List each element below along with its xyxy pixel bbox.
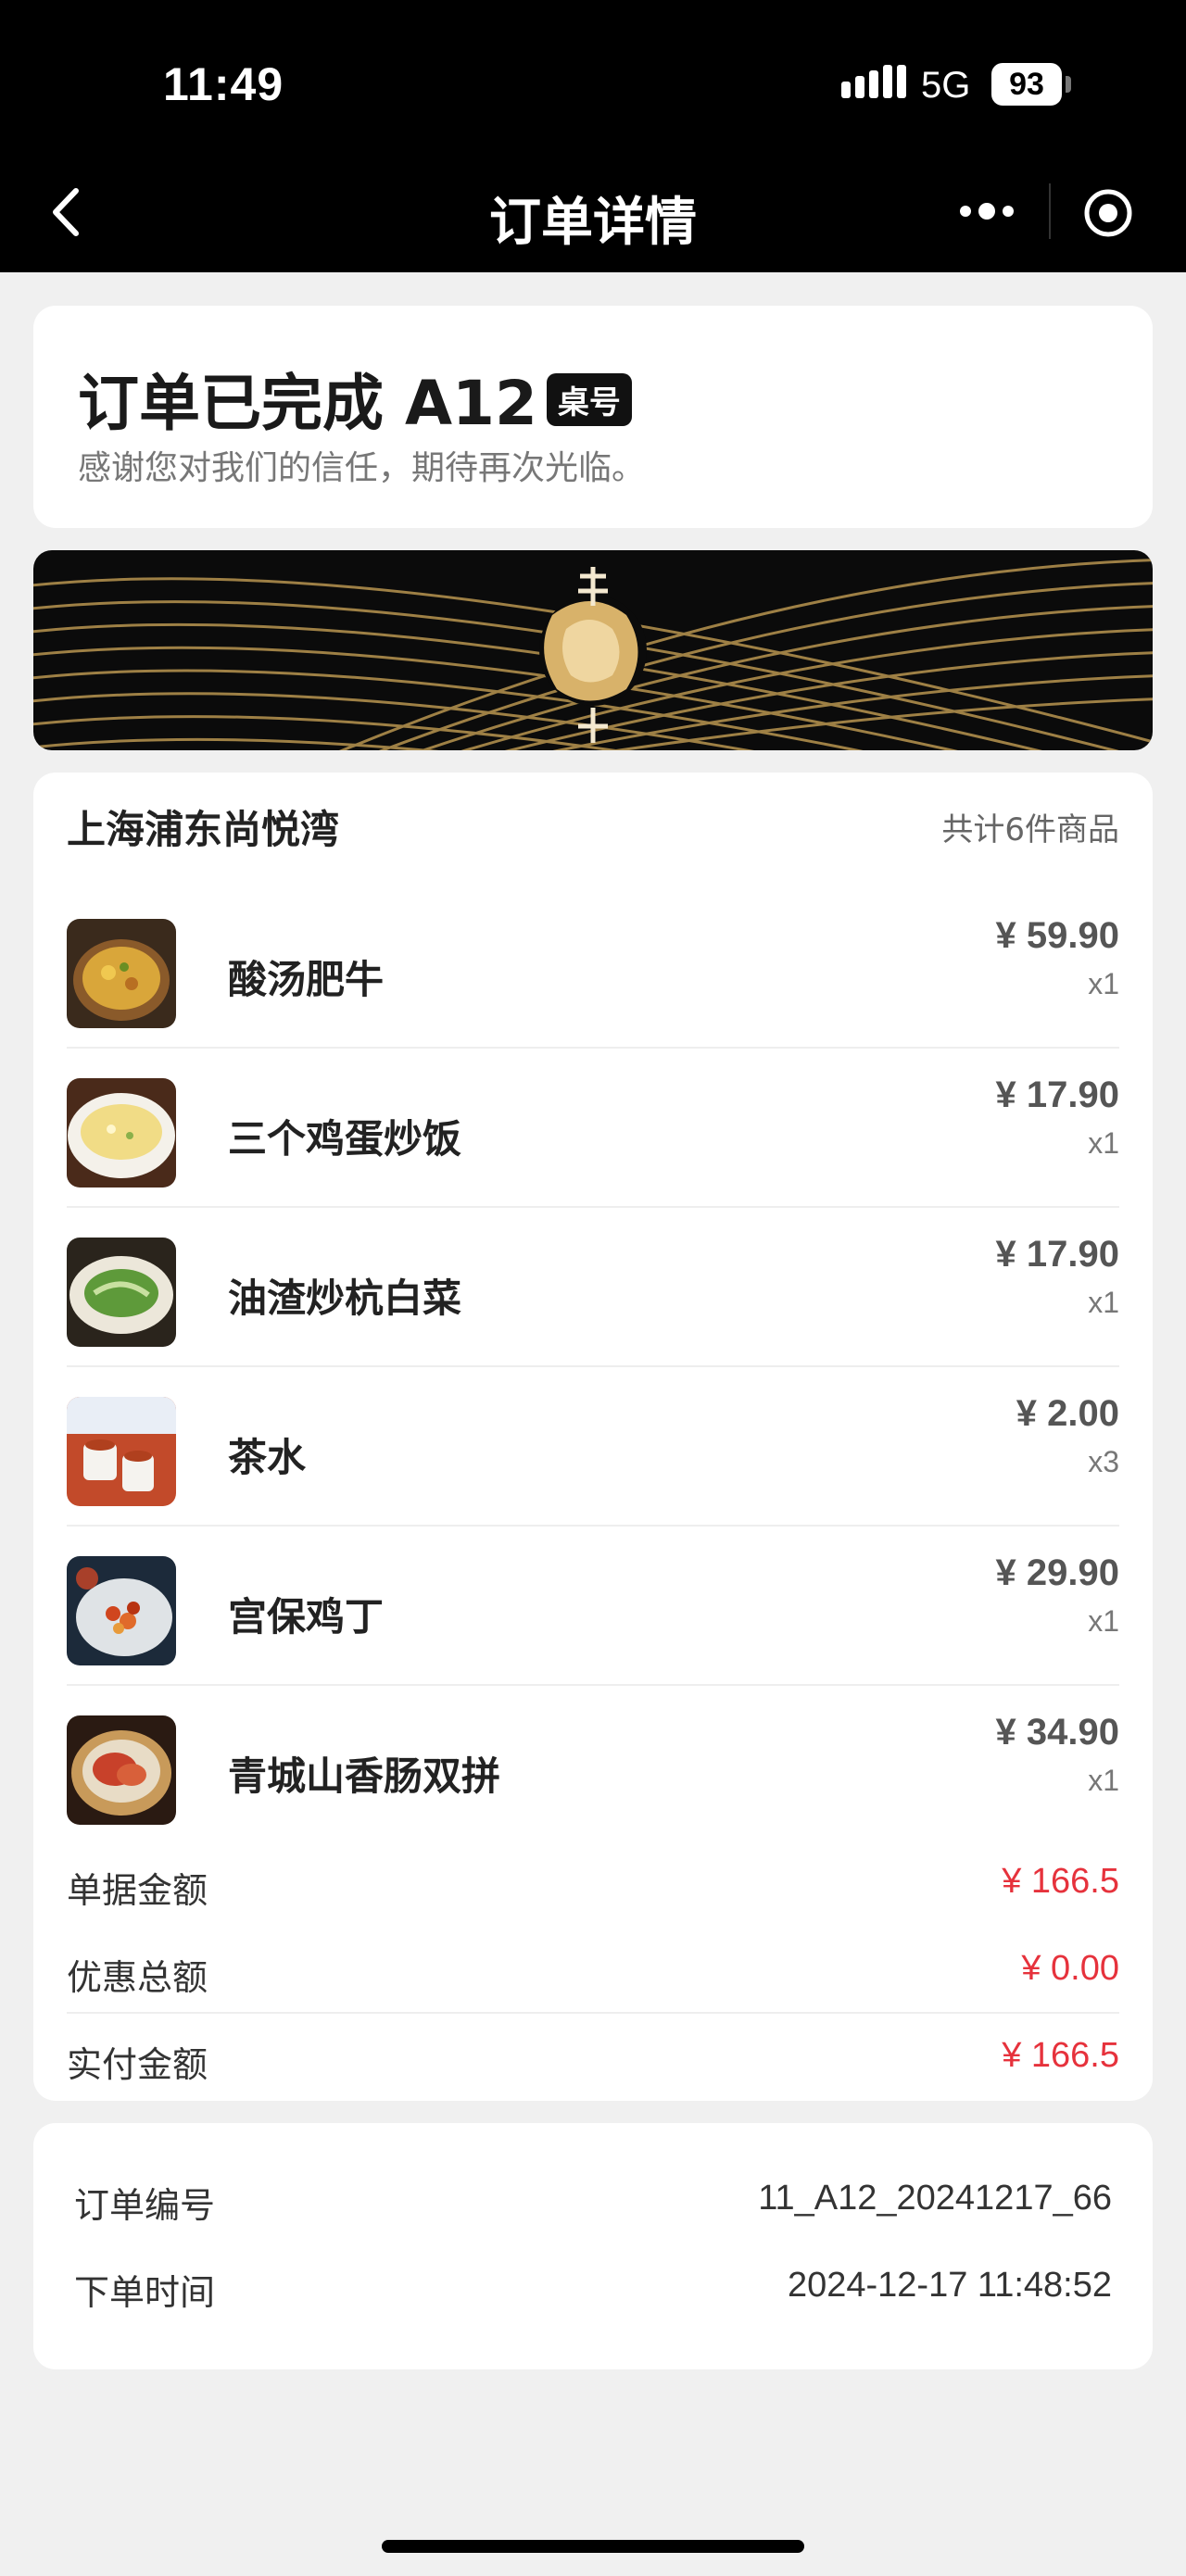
paid-amount-label: 实付金额 <box>67 2044 208 2085</box>
divider <box>67 2012 1119 2014</box>
restaurant-logo-icon <box>539 567 647 743</box>
order-number-value[interactable]: 11_A12_20241217_66 <box>758 2179 1112 2218</box>
store-name: 上海浦东尚悦湾 <box>67 807 340 852</box>
order-status-text: 订单已完成 A12 <box>78 368 537 439</box>
banner-graphic <box>33 559 1153 750</box>
home-indicator[interactable] <box>382 2540 804 2553</box>
bill-amount-value: ¥ 166.5 <box>1002 1862 1119 1901</box>
list-item[interactable]: 宫保鸡丁 ¥ 29.90 x1 <box>67 1527 1119 1686</box>
order-time-row: 下单时间 2024-12-17 11:48:52 <box>74 2264 1112 2319</box>
order-time-label: 下单时间 <box>74 2272 216 2313</box>
order-status-title: 订单已完成 A12 桌号 <box>78 354 632 443</box>
dish-quantity: x1 <box>1088 1126 1119 1160</box>
bill-amount-label: 单据金额 <box>67 1870 208 1911</box>
item-count: 共计6件商品 <box>941 811 1119 848</box>
discount-value: ¥ 0.00 <box>1021 1949 1119 1988</box>
dish-image <box>67 919 176 1028</box>
dish-quantity: x1 <box>1088 1286 1119 1319</box>
dish-price: ¥ 34.90 <box>995 1712 1119 1753</box>
dish-quantity: x1 <box>1088 1604 1119 1638</box>
dish-quantity: x3 <box>1088 1445 1119 1478</box>
dish-price: ¥ 17.90 <box>995 1234 1119 1275</box>
restaurant-banner <box>33 550 1153 750</box>
paid-amount-value: ¥ 166.5 <box>1002 2036 1119 2075</box>
dish-image <box>67 1238 176 1347</box>
more-button[interactable] <box>954 193 1019 230</box>
dish-price: ¥ 29.90 <box>995 1552 1119 1593</box>
bill-amount-row: 单据金额 ¥ 166.5 <box>67 1838 1119 1927</box>
dish-image <box>67 1078 176 1187</box>
discount-row: 优惠总额 ¥ 0.00 <box>67 1925 1119 2014</box>
dish-image <box>67 1715 176 1825</box>
top-bar: 11:49 5G 93 订单详情 <box>0 0 1186 272</box>
table-number-badge: 桌号 <box>546 373 632 427</box>
order-info-card: 订单编号 11_A12_20241217_66 下单时间 2024-12-17 … <box>33 2123 1153 2369</box>
dish-name: 油渣炒杭白菜 <box>228 1275 462 1321</box>
discount-label: 优惠总额 <box>67 1957 208 1998</box>
dish-price: ¥ 2.00 <box>1016 1393 1119 1434</box>
order-status-subtitle: 感谢您对我们的信任，期待再次光临。 <box>78 449 646 487</box>
order-number-label: 订单编号 <box>74 2185 216 2226</box>
order-items-card: 上海浦东尚悦湾 共计6件商品 酸汤肥牛 ¥ 59.90 x1 三个鸡蛋炒饭 ¥ … <box>33 773 1153 2101</box>
list-item[interactable]: 茶水 ¥ 2.00 x3 <box>67 1367 1119 1527</box>
list-item[interactable]: 酸汤肥牛 ¥ 59.90 x1 <box>67 889 1119 1049</box>
dish-price: ¥ 17.90 <box>995 1074 1119 1115</box>
nav-divider <box>1049 183 1051 239</box>
dish-price: ¥ 59.90 <box>995 915 1119 956</box>
list-item[interactable]: 三个鸡蛋炒饭 ¥ 17.90 x1 <box>67 1049 1119 1208</box>
battery-tip <box>1066 76 1071 93</box>
network-label: 5G <box>921 65 971 106</box>
dish-name: 茶水 <box>228 1435 307 1480</box>
paid-amount-row: 实付金额 ¥ 166.5 <box>67 2012 1119 2101</box>
dish-name: 酸汤肥牛 <box>228 957 385 1002</box>
dish-image <box>67 1397 176 1506</box>
order-time-value: 2024-12-17 11:48:52 <box>787 2266 1112 2305</box>
dish-name: 宫保鸡丁 <box>228 1594 385 1640</box>
dish-name: 青城山香肠双拼 <box>228 1753 501 1799</box>
more-dots-icon <box>960 203 1014 220</box>
order-status-card: 订单已完成 A12 桌号 感谢您对我们的信任，期待再次光临。 <box>33 306 1153 528</box>
battery-icon: 93 <box>991 63 1062 106</box>
order-number-row: 订单编号 11_A12_20241217_66 <box>74 2177 1112 2232</box>
signal-icon <box>841 65 911 98</box>
list-item[interactable]: 油渣炒杭白菜 ¥ 17.90 x1 <box>67 1208 1119 1367</box>
dish-image <box>67 1556 176 1665</box>
dish-name: 三个鸡蛋炒饭 <box>228 1116 462 1162</box>
dish-quantity: x1 <box>1088 1764 1119 1797</box>
close-miniprogram-button[interactable] <box>1082 187 1134 239</box>
status-time: 11:49 <box>163 58 284 110</box>
target-icon <box>1084 189 1132 237</box>
list-item[interactable]: 青城山香肠双拼 ¥ 34.90 x1 <box>67 1686 1119 1845</box>
dish-quantity: x1 <box>1088 967 1119 1000</box>
